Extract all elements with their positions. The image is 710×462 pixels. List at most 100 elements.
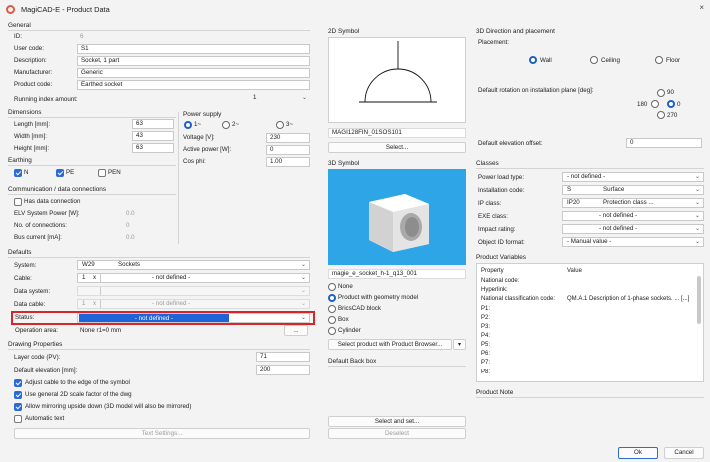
chevron-down-icon: ⌄ <box>300 288 306 294</box>
placement-label: Placement: <box>478 39 509 46</box>
ip-class-select[interactable]: IP20 Protection class ... ⌄ <box>562 198 704 208</box>
installation-code: S <box>567 186 572 193</box>
adjust-cable-checkbox[interactable] <box>14 379 22 387</box>
data-system-select[interactable]: ⌄ <box>77 286 310 296</box>
system-select[interactable]: W29 Sockets ⌄ <box>77 260 310 270</box>
width-input[interactable]: 43 <box>132 131 174 141</box>
height-label: Height [mm]: <box>14 145 50 152</box>
table-row-value[interactable]: QM.A.1 Description of 1-phase sockets. .… <box>567 296 689 302</box>
earthing-pe-checkbox[interactable] <box>56 169 64 177</box>
length-input[interactable]: 63 <box>132 119 174 129</box>
phase-3-radio[interactable] <box>276 121 284 129</box>
product-browser-button[interactable]: Select product with Product Browser... <box>328 339 452 350</box>
earthing-pen-checkbox[interactable] <box>98 169 106 177</box>
installation-code-select[interactable]: S Surface ⌄ <box>562 185 704 195</box>
table-row-property[interactable]: P6: <box>481 351 490 357</box>
exe-class-select[interactable]: - not defined - ⌄ <box>562 211 704 221</box>
default-elevation-input[interactable]: 200 <box>256 365 310 375</box>
table-row-property[interactable]: P4: <box>481 333 490 339</box>
select-set-button[interactable]: Select and set... <box>328 416 466 427</box>
classes-divider <box>476 168 704 169</box>
object-id-select[interactable]: - Manual value - ⌄ <box>562 237 704 247</box>
installation-code-label: Installation code: <box>478 187 525 194</box>
ok-button[interactable]: Ok <box>618 447 658 459</box>
symbol3d-heading: 3D Symbol <box>328 160 360 167</box>
automatic-text-checkbox[interactable] <box>14 415 22 423</box>
data-cable-select[interactable]: 1 x - not defined - ⌄ <box>77 299 310 309</box>
col-value-header: Value <box>567 268 582 274</box>
model-none-label: None <box>338 283 353 290</box>
rotation-90-radio[interactable] <box>657 89 665 97</box>
product-browser-dropdown[interactable]: ▾ <box>453 339 466 350</box>
impact-rating-label: Impact rating: <box>478 226 516 233</box>
height-input[interactable]: 63 <box>132 143 174 153</box>
running-index-select[interactable]: 1 ⌄ <box>250 94 310 104</box>
cable-separator <box>100 274 101 282</box>
close-icon[interactable]: × <box>699 3 704 12</box>
chevron-down-icon: ⌄ <box>300 301 306 307</box>
cancel-button[interactable]: Cancel <box>664 447 704 459</box>
description-input[interactable]: Socket, 1 part <box>77 56 310 66</box>
cos-phi-input[interactable]: 1.00 <box>266 157 310 167</box>
table-row-property[interactable]: P5: <box>481 342 490 348</box>
table-row-property[interactable]: Hyperlink: <box>481 287 508 293</box>
placement-floor-radio[interactable] <box>655 56 663 64</box>
rotation-270-label: 270 <box>667 112 678 119</box>
length-label: Length [mm]: <box>14 121 51 128</box>
rotation-90-label: 90 <box>667 89 674 96</box>
operation-area-button[interactable]: ... <box>284 325 308 336</box>
table-row-property[interactable]: P1: <box>481 306 490 312</box>
product-code-input[interactable]: Earthed socket <box>77 80 310 90</box>
product-data-window: MagiCAD-E - Product Data × General ID: 6… <box>0 0 710 462</box>
comm-heading: Communication / data connections <box>8 186 107 193</box>
cos-phi-label: Cos phi: <box>183 158 206 165</box>
symbol2d-select-button[interactable]: Select... <box>328 142 466 153</box>
table-row-property[interactable]: National classification code: <box>481 296 555 302</box>
allow-mirroring-checkbox[interactable] <box>14 403 22 411</box>
model-product-radio[interactable] <box>328 294 336 302</box>
model-brics-radio[interactable] <box>328 305 336 313</box>
drawing-divider <box>8 349 310 350</box>
voltage-input[interactable]: 230 <box>266 133 310 143</box>
status-value: - not defined - <box>79 314 229 322</box>
table-row-property[interactable]: P8: <box>481 369 490 376</box>
cable-x: x <box>93 274 97 281</box>
rotation-180-label: 180 <box>637 101 648 108</box>
data-cable-count: 1 <box>82 300 86 307</box>
has-data-checkbox[interactable] <box>14 198 22 206</box>
classes-heading: Classes <box>476 160 499 167</box>
socket-2d-symbol-icon <box>359 41 437 103</box>
phase-2-radio[interactable] <box>222 121 230 129</box>
power-load-select[interactable]: - not defined - ⌄ <box>562 172 704 182</box>
scale-factor-checkbox[interactable] <box>14 391 22 399</box>
model-box-radio[interactable] <box>328 316 336 324</box>
table-row-property[interactable]: P3: <box>481 324 490 330</box>
layer-code-input[interactable]: 71 <box>256 352 310 362</box>
text-settings-button[interactable]: Text Settings... <box>14 428 310 439</box>
table-row-property[interactable]: National code: <box>481 278 519 284</box>
chevron-down-icon: ⌄ <box>694 213 700 219</box>
table-row-property[interactable]: P2: <box>481 315 490 321</box>
cable-select[interactable]: 1 x - not defined - ⌄ <box>77 273 310 283</box>
model-cylinder-radio[interactable] <box>328 327 336 335</box>
earthing-n-checkbox[interactable] <box>14 169 22 177</box>
placement-ceiling-radio[interactable] <box>590 56 598 64</box>
product-vars-scrollbar[interactable] <box>697 276 701 324</box>
rotation-270-radio[interactable] <box>657 111 665 119</box>
rotation-0-radio[interactable] <box>667 100 675 108</box>
impact-rating-select[interactable]: - not defined - ⌄ <box>562 224 704 234</box>
active-power-input[interactable]: 0 <box>266 145 310 155</box>
socket-3d-model-icon <box>369 194 429 252</box>
status-select[interactable]: - not defined - ⌄ <box>77 313 310 323</box>
user-code-label: User code: <box>14 45 44 52</box>
rotation-180-radio[interactable] <box>651 100 659 108</box>
model-none-radio[interactable] <box>328 283 336 291</box>
user-code-input[interactable]: S1 <box>77 44 310 54</box>
manufacturer-input[interactable]: Generic <box>77 68 310 78</box>
elevation-offset-input[interactable]: 0 <box>626 138 702 148</box>
phase-1-radio[interactable] <box>184 121 192 129</box>
table-row-property[interactable]: P7: <box>481 360 490 366</box>
deselect-button[interactable]: Deselect <box>328 428 466 439</box>
placement-wall-radio[interactable] <box>529 56 537 64</box>
running-index-label: Running index amount: <box>14 96 78 103</box>
